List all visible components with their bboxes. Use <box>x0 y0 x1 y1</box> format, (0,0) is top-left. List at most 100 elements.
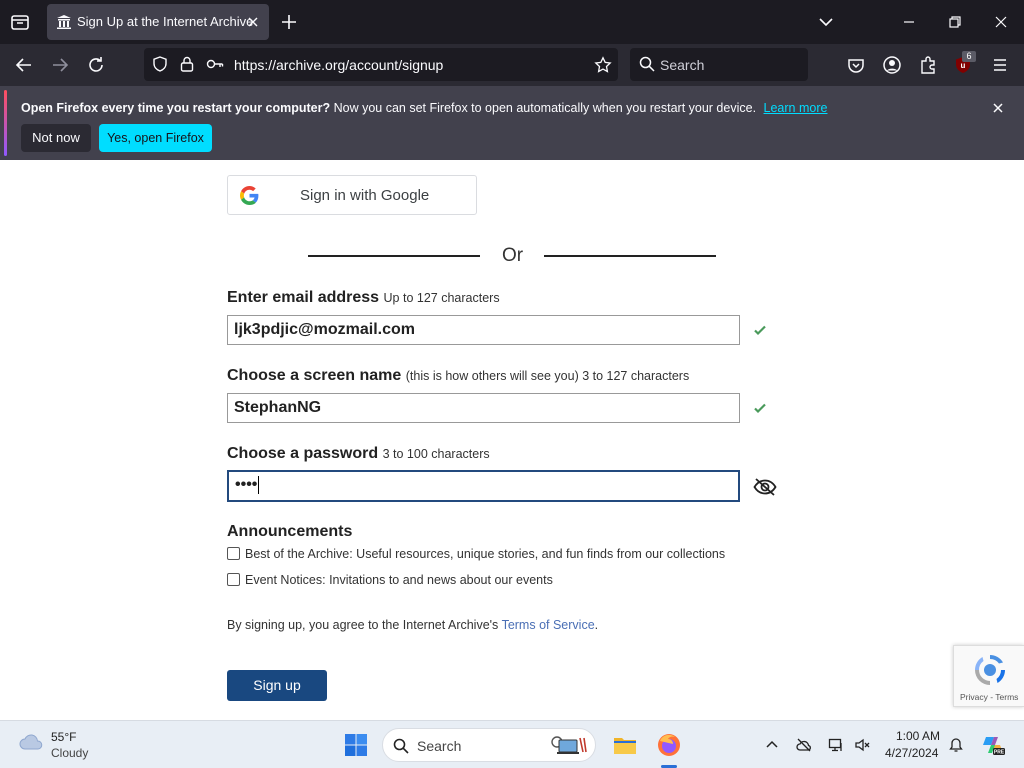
or-divider-text: Or <box>502 245 524 266</box>
windows-taskbar: 55°F Cloudy Search 1:00 AM 4/27/2024 PRE <box>0 720 1024 768</box>
toggle-password-visibility-icon[interactable] <box>753 477 777 497</box>
notifications-bell-icon[interactable] <box>948 737 964 753</box>
password-hint: 3 to 100 characters <box>382 447 490 461</box>
svg-text:PRE: PRE <box>994 750 1005 756</box>
recaptcha-logo-icon <box>975 655 1005 685</box>
show-hidden-icons-chevron-icon[interactable] <box>764 737 780 753</box>
announcement-best-of-archive: Best of the Archive: Useful resources, u… <box>227 547 725 561</box>
forward-icon[interactable] <box>50 55 70 75</box>
password-label: Choose a password 3 to 100 characters <box>227 445 490 463</box>
divider-right <box>544 255 716 257</box>
email-label-text: Enter email address <box>227 289 380 306</box>
cloudy-weather-icon[interactable] <box>18 732 44 752</box>
clock-date[interactable]: 4/27/2024 <box>885 746 938 760</box>
navigation-toolbar: https://archive.org/account/signup Searc… <box>0 44 1024 86</box>
taskbar-search-placeholder: Search <box>417 738 462 754</box>
notification-text: Now you can set Firefox to open automati… <box>333 101 757 115</box>
bookmark-star-icon[interactable] <box>594 56 612 74</box>
screen-name-label: Choose a screen name (this is how others… <box>227 367 689 385</box>
display-icon[interactable] <box>828 737 844 753</box>
email-label: Enter email address Up to 127 characters <box>227 289 500 307</box>
password-field[interactable]: •••• <box>227 470 740 502</box>
event-notices-checkbox[interactable] <box>227 573 240 586</box>
reload-icon[interactable] <box>86 55 106 75</box>
search-icon <box>639 56 655 72</box>
weather-temperature[interactable]: 55°F <box>51 730 76 744</box>
active-tab[interactable]: Sign Up at the Internet Archive <box>47 4 269 40</box>
new-tab-icon[interactable] <box>280 13 298 31</box>
yes-open-firefox-button[interactable]: Yes, open Firefox <box>99 124 212 152</box>
archive-favicon-icon <box>57 15 71 29</box>
account-icon[interactable] <box>882 55 902 75</box>
email-value: ljk3pdjic@mozmail.com <box>234 321 415 338</box>
notification-bold-text: Open Firefox every time you restart your… <box>21 101 331 115</box>
terms-suffix: . <box>594 618 599 632</box>
not-now-button[interactable]: Not now <box>21 124 91 152</box>
announcements-heading: Announcements <box>227 523 353 540</box>
extensions-icon[interactable] <box>918 55 938 75</box>
email-field[interactable]: ljk3pdjic@mozmail.com <box>227 315 740 345</box>
notification-bar: Open Firefox every time you restart your… <box>0 86 1024 160</box>
learn-more-link[interactable]: Learn more <box>764 101 828 115</box>
best-of-archive-label[interactable]: Best of the Archive: Useful resources, u… <box>245 547 725 561</box>
screen-name-hint: (this is how others will see you) 3 to 1… <box>405 369 690 383</box>
minimize-icon[interactable] <box>899 12 919 32</box>
weather-description[interactable]: Cloudy <box>51 746 88 760</box>
firefox-icon[interactable] <box>656 732 682 758</box>
pocket-icon[interactable] <box>846 55 866 75</box>
best-of-archive-checkbox[interactable] <box>227 547 240 560</box>
close-notification-icon[interactable] <box>990 100 1006 116</box>
screen-name-label-text: Choose a screen name <box>227 367 402 384</box>
sign-up-button[interactable]: Sign up <box>227 670 327 701</box>
browser-search-box[interactable]: Search <box>630 48 808 81</box>
taskbar-search-icon <box>393 738 409 754</box>
shield-icon[interactable] <box>151 55 169 73</box>
copilot-icon[interactable]: PRE <box>981 733 1005 757</box>
tab-bar: Sign Up at the Internet Archive <box>0 0 1024 44</box>
windows-start-icon[interactable] <box>344 733 368 757</box>
search-placeholder: Search <box>660 57 705 73</box>
tab-title: Sign Up at the Internet Archive <box>77 14 254 29</box>
event-notices-label[interactable]: Event Notices: Invitations to and news a… <box>245 573 553 587</box>
url-text[interactable]: https://archive.org/account/signup <box>234 57 443 73</box>
recaptcha-badge[interactable]: Privacy - Terms <box>953 645 1024 707</box>
terms-of-service-link[interactable]: Terms of Service <box>502 618 595 632</box>
lock-icon[interactable] <box>179 55 195 73</box>
restore-icon[interactable] <box>945 12 965 32</box>
tab-overflow-chevron-icon[interactable] <box>816 12 836 32</box>
search-highlight-icon <box>551 736 587 754</box>
announcement-event-notices: Event Notices: Invitations to and news a… <box>227 573 553 587</box>
terms-notice: By signing up, you agree to the Internet… <box>227 618 598 632</box>
extension-badge: 6 <box>962 51 976 62</box>
password-value: •••• <box>235 476 258 494</box>
divider-left <box>308 255 480 257</box>
email-hint: Up to 127 characters <box>383 291 500 305</box>
notification-accent <box>4 90 7 156</box>
sign-in-with-google-button[interactable]: Sign in with Google <box>227 175 477 215</box>
tab-close-icon[interactable] <box>245 14 261 30</box>
onedrive-offline-icon[interactable] <box>796 737 812 753</box>
screen-name-field[interactable]: StephanNG <box>227 393 740 423</box>
key-icon[interactable] <box>206 56 224 72</box>
recaptcha-links[interactable]: Privacy - Terms <box>960 692 1018 702</box>
email-valid-check-icon <box>754 325 766 336</box>
menu-icon[interactable] <box>990 55 1010 75</box>
close-window-icon[interactable] <box>991 12 1011 32</box>
file-explorer-icon[interactable] <box>612 732 638 758</box>
screen-name-valid-check-icon <box>754 403 766 414</box>
address-bar[interactable]: https://archive.org/account/signup <box>144 48 618 81</box>
svg-text:u: u <box>961 61 966 70</box>
taskbar-search-box[interactable]: Search <box>382 728 596 762</box>
terms-prefix: By signing up, you agree to the Internet… <box>227 618 499 632</box>
google-button-label: Sign in with Google <box>300 187 430 204</box>
text-caret <box>258 476 260 494</box>
password-label-text: Choose a password <box>227 445 379 462</box>
volume-muted-icon[interactable] <box>854 737 870 753</box>
back-icon[interactable] <box>14 55 34 75</box>
screen-name-value: StephanNG <box>234 399 322 416</box>
google-logo-icon <box>240 186 259 205</box>
tab-list-icon[interactable] <box>8 10 32 34</box>
notification-message: Open Firefox every time you restart your… <box>21 101 827 115</box>
clock-time[interactable]: 1:00 AM <box>896 729 940 743</box>
signup-page: Sign in with Google Or Enter email addre… <box>0 160 1024 720</box>
